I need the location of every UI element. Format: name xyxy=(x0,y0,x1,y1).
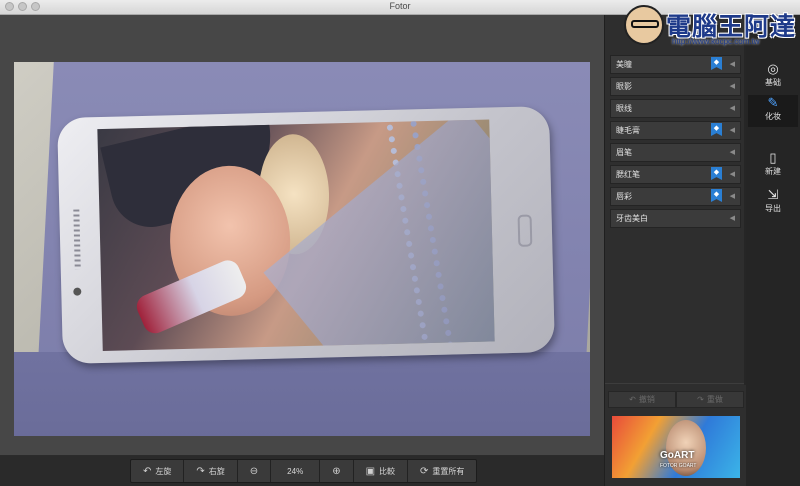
site-watermark: 電腦王阿達 http://www.kocpc.com.tw xyxy=(624,1,796,49)
bookmark-badge-icon: ◆ xyxy=(711,123,722,136)
makeup-item-label: 美瞳 xyxy=(616,60,632,69)
bookmark-badge-icon: ◆ xyxy=(711,167,722,180)
aperture-icon: ◎ xyxy=(767,61,779,76)
rotate-left-label: 左旋 xyxy=(155,466,172,476)
chevron-left-icon: ◀ xyxy=(729,193,735,200)
makeup-item-label: 眼线 xyxy=(616,104,632,113)
undo-redo-row: ↶ 撤销 ↷ 重做 xyxy=(608,391,744,408)
makeup-item-label: 睫毛膏 xyxy=(616,126,640,135)
mascot-glasses xyxy=(631,20,659,28)
chevron-left-icon: ◀ xyxy=(729,149,735,156)
makeup-item-teeth-whitening[interactable]: 牙齿美白 ◀ xyxy=(610,209,741,228)
compare-button[interactable]: ▣ 比較 xyxy=(354,460,409,482)
photo-phone xyxy=(57,106,555,364)
ad-subtitle: FOTOR GOART xyxy=(660,463,697,469)
chevron-left-icon: ◀ xyxy=(729,171,735,178)
phone-camera xyxy=(73,287,82,296)
goart-ad-banner[interactable]: GoART FOTOR GOART xyxy=(612,416,740,478)
phone-speaker xyxy=(73,209,81,270)
rotate-right-label: 右旋 xyxy=(208,466,225,476)
compare-label: 比較 xyxy=(379,466,396,476)
makeup-item-eyeliner[interactable]: 眼线 ◀ xyxy=(610,99,741,118)
makeup-brush-icon: ✎ xyxy=(767,95,779,110)
nav-makeup[interactable]: ✎ 化妆 xyxy=(748,95,798,127)
phone-screen xyxy=(97,119,495,351)
reset-all-button[interactable]: ⟳ 重置所有 xyxy=(408,460,476,482)
compare-icon: ▣ xyxy=(365,465,376,477)
makeup-item-blush[interactable]: 腮红笔 ◆ ◀ xyxy=(610,165,741,184)
zoom-in-icon: ⊕ xyxy=(332,465,341,477)
reset-all-label: 重置所有 xyxy=(432,466,465,476)
nav-export[interactable]: ⇲ 导出 xyxy=(748,187,798,219)
zoom-level: 24% xyxy=(287,466,304,476)
canvas-toolbar: ↶ 左旋 ↷ 右旋 ⊖ 24% ⊕ ▣ 比較 ⟳ 重置所有 xyxy=(130,459,478,483)
export-icon: ⇲ xyxy=(767,187,779,202)
bottom-bar: ↶ 左旋 ↷ 右旋 ⊖ 24% ⊕ ▣ 比較 ⟳ 重置所有 xyxy=(0,456,604,486)
chevron-left-icon: ◀ xyxy=(729,105,735,112)
bookmark-badge-icon: ◆ xyxy=(711,189,722,202)
ad-title: GoART xyxy=(660,450,695,461)
nav-basic-label: 基础 xyxy=(765,78,781,87)
nav-makeup-label: 化妆 xyxy=(765,112,781,121)
right-nav: ◎ 基础 ✎ 化妆 ▯ 新建 ⇲ 导出 xyxy=(746,15,800,486)
redo-icon: ↷ xyxy=(697,395,704,404)
makeup-item-lip-gloss[interactable]: 唇彩 ◆ ◀ xyxy=(610,187,741,206)
makeup-panel: 美瞳 ◆ ◀ 眼影 ◀ 眼线 ◀ 睫毛膏 ◆ ◀ 眉笔 ◀ 腮红笔 ◆ ◀ 唇彩… xyxy=(604,15,747,486)
zoom-out-icon: ⊖ xyxy=(249,465,259,477)
watermark-url: http://www.kocpc.com.tw xyxy=(672,37,760,46)
rotate-right-icon: ↷ xyxy=(196,465,205,477)
new-file-icon: ▯ xyxy=(769,150,777,165)
makeup-item-label: 腮红笔 xyxy=(616,170,640,179)
canvas-area[interactable] xyxy=(0,15,604,455)
zoom-in-button[interactable]: ⊕ xyxy=(320,460,354,482)
makeup-tool-list: 美瞳 ◆ ◀ 眼影 ◀ 眼线 ◀ 睫毛膏 ◆ ◀ 眉笔 ◀ 腮红笔 ◆ ◀ 唇彩… xyxy=(610,55,741,231)
chevron-left-icon: ◀ xyxy=(729,127,735,134)
redo-button[interactable]: ↷ 重做 xyxy=(676,391,744,408)
rotate-left-icon: ↶ xyxy=(143,465,152,477)
zoom-out-button[interactable]: ⊖ xyxy=(238,460,272,482)
undo-button[interactable]: ↶ 撤销 xyxy=(608,391,676,408)
chevron-left-icon: ◀ xyxy=(729,83,735,90)
undo-icon: ↶ xyxy=(629,395,636,404)
rotate-left-button[interactable]: ↶ 左旋 xyxy=(131,460,185,482)
nav-basic[interactable]: ◎ 基础 xyxy=(748,61,798,93)
bookmark-badge-icon: ◆ xyxy=(711,57,722,70)
nav-new[interactable]: ▯ 新建 xyxy=(748,150,798,182)
nav-export-label: 导出 xyxy=(765,204,781,213)
redo-label: 重做 xyxy=(706,395,723,404)
reset-icon: ⟳ xyxy=(420,465,429,477)
phone-home-button xyxy=(517,214,533,247)
photo-folio-fold xyxy=(14,352,590,436)
makeup-item-eyeshadow[interactable]: 眼影 ◀ xyxy=(610,77,741,96)
zoom-level-display: 24% xyxy=(271,460,321,482)
makeup-item-mascara[interactable]: 睫毛膏 ◆ ◀ xyxy=(610,121,741,140)
makeup-item-contact-lens[interactable]: 美瞳 ◆ ◀ xyxy=(610,55,741,74)
undo-label: 撤销 xyxy=(638,395,655,404)
chevron-left-icon: ◀ xyxy=(729,215,735,222)
chevron-left-icon: ◀ xyxy=(729,61,735,68)
makeup-item-label: 眼影 xyxy=(616,82,632,91)
photo-preview[interactable] xyxy=(14,62,590,436)
makeup-item-label: 唇彩 xyxy=(616,192,632,201)
makeup-item-label: 眉笔 xyxy=(616,148,632,157)
rotate-right-button[interactable]: ↷ 右旋 xyxy=(184,460,238,482)
nav-new-label: 新建 xyxy=(765,167,781,176)
makeup-item-eyebrow-pencil[interactable]: 眉笔 ◀ xyxy=(610,143,741,162)
makeup-item-label: 牙齿美白 xyxy=(616,214,648,223)
panel-divider xyxy=(605,383,747,384)
watermark-mascot xyxy=(624,5,664,45)
